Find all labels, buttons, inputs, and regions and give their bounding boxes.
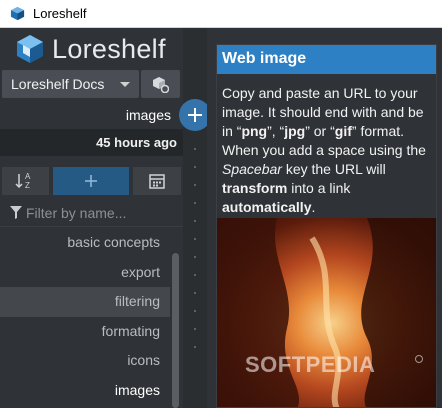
splitter-grip-dot — [194, 184, 196, 186]
cube-settings-icon — [153, 77, 169, 93]
current-page-name: images — [125, 107, 171, 123]
svg-text:Z: Z — [25, 181, 30, 190]
splitter-grip-dot — [194, 256, 196, 258]
list-item[interactable]: formating — [0, 317, 170, 347]
document-settings-button[interactable] — [141, 70, 180, 98]
last-modified-time: 45 hours ago — [96, 135, 177, 150]
window-title: Loreshelf — [33, 6, 87, 21]
panel-splitter[interactable] — [183, 28, 207, 408]
loreshelf-logo-icon — [17, 35, 43, 63]
sort-button[interactable]: A Z — [2, 167, 49, 195]
calendar-button[interactable] — [133, 167, 181, 195]
list-item[interactable]: filtering — [0, 287, 170, 317]
registered-mark-icon — [415, 355, 423, 363]
brand-name: Loreshelf — [52, 34, 166, 64]
splitter-grip-dot — [194, 238, 196, 240]
filter-bar — [0, 198, 183, 227]
sidebar: Loreshelf Loreshelf Docs images 45 hours… — [0, 28, 183, 408]
list-item-label: images — [114, 382, 160, 398]
page-toolbar: A Z — [2, 167, 181, 195]
plus-icon — [85, 175, 97, 187]
sort-alpha-icon: A Z — [15, 172, 31, 190]
list-item[interactable]: export — [0, 258, 170, 288]
add-page-tab[interactable] — [53, 167, 129, 195]
softpedia-watermark: SOFTPEDIA — [245, 352, 376, 377]
title-bar: Loreshelf — [0, 0, 442, 28]
list-item-label: filtering — [114, 293, 160, 309]
splitter-grip-dot — [194, 328, 196, 330]
splitter-grip-dot — [194, 274, 196, 276]
current-page-row[interactable]: images — [0, 101, 183, 129]
splitter-grip-dot — [194, 292, 196, 294]
list-item[interactable]: icons — [0, 346, 170, 376]
canyon-photo — [217, 218, 436, 407]
list-item-label: formating — [101, 323, 160, 339]
calendar-icon — [149, 174, 165, 189]
splitter-grip-dot — [194, 220, 196, 222]
splitter-grip-dot — [194, 166, 196, 168]
list-item-label: icons — [127, 352, 160, 368]
help-card-title: Web image — [222, 50, 307, 67]
list-item-label: basic concepts — [67, 234, 160, 250]
splitter-grip-dot — [194, 202, 196, 204]
help-card-header: Web image — [217, 45, 436, 74]
page-list-scrollbar[interactable] — [172, 253, 179, 408]
list-item-label: export — [121, 264, 160, 280]
document-selector[interactable]: Loreshelf Docs — [2, 70, 139, 98]
embedded-image[interactable]: SOFTPEDIA — [217, 218, 436, 407]
list-item[interactable]: basic concepts — [0, 228, 170, 258]
document-selector-value: Loreshelf Docs — [11, 76, 105, 92]
filter-input[interactable] — [26, 202, 171, 223]
app-icon — [10, 6, 25, 21]
splitter-grip-dot — [194, 310, 196, 312]
splitter-grip-dot — [194, 346, 196, 348]
svg-text:A: A — [25, 172, 31, 181]
help-card-text[interactable]: Copy and paste an URL to your image. It … — [222, 84, 434, 217]
list-item[interactable]: images — [0, 376, 170, 406]
last-modified-row: 45 hours ago — [0, 129, 183, 156]
chevron-down-icon — [120, 82, 130, 87]
help-card[interactable]: Web image Copy and paste an URL to your … — [216, 44, 437, 408]
page-list: basic concepts export filtering formatin… — [0, 228, 170, 408]
splitter-grip-dot — [194, 148, 196, 150]
filter-funnel-icon — [10, 206, 22, 219]
